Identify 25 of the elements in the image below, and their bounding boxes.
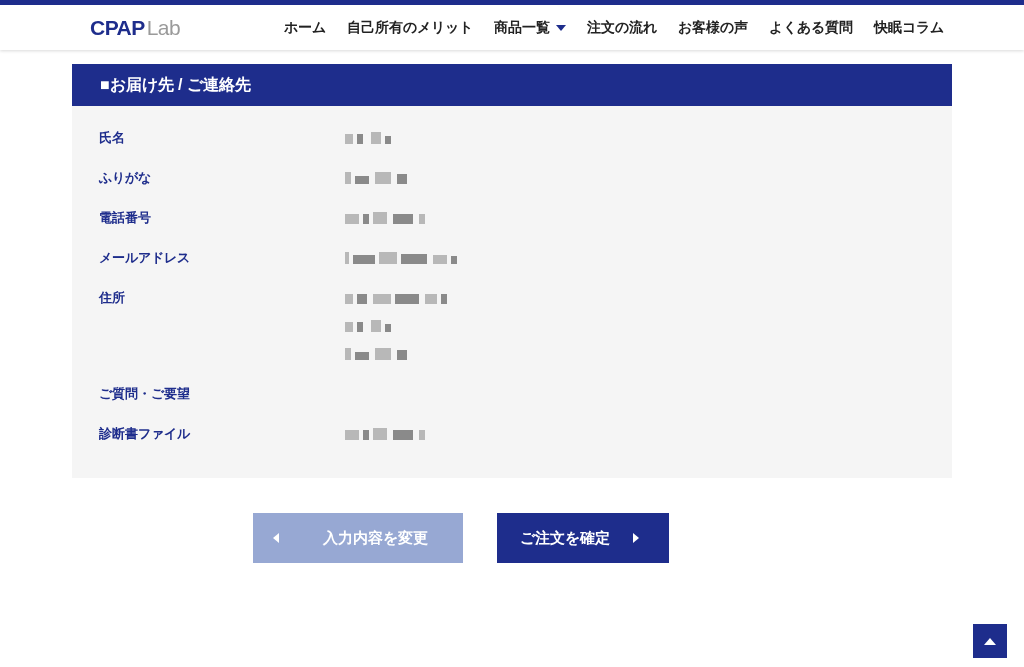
confirm-order-button[interactable]: ご注文を確定 (497, 513, 669, 563)
nav-link[interactable]: 快眠コラム (874, 17, 944, 38)
nav-link[interactable]: ホーム (284, 17, 326, 38)
field-label: ご質問・ご要望 (99, 385, 191, 404)
field-label: 住所 (99, 289, 126, 308)
caret-up-icon (984, 637, 996, 645)
nav-link[interactable]: 注文の流れ (587, 17, 657, 38)
redacted-text-drawing (345, 348, 407, 360)
field-label: メールアドレス (99, 249, 191, 268)
back-to-top-button[interactable] (973, 624, 1007, 658)
redacted-text-drawing (345, 132, 391, 144)
field-label: 氏名 (99, 129, 126, 148)
caret-right-icon (633, 533, 639, 543)
caret-left-icon (273, 533, 279, 543)
nav-link[interactable]: 自己所有のメリット (347, 17, 473, 38)
nav-link[interactable]: よくある質問 (769, 17, 853, 38)
field-label: 診断書ファイル (99, 425, 191, 444)
section-title: ■お届け先 / ご連絡先 (72, 64, 952, 106)
nav-link[interactable]: 商品一覧 (494, 17, 566, 38)
nav-link[interactable]: お客様の声 (678, 17, 748, 38)
logo-link[interactable]: CPAPLab (90, 17, 181, 38)
redacted-text-drawing (345, 172, 407, 184)
field-label: 電話番号 (99, 209, 152, 228)
redacted-text-drawing (345, 320, 391, 332)
field-label: ふりがな (99, 169, 152, 188)
